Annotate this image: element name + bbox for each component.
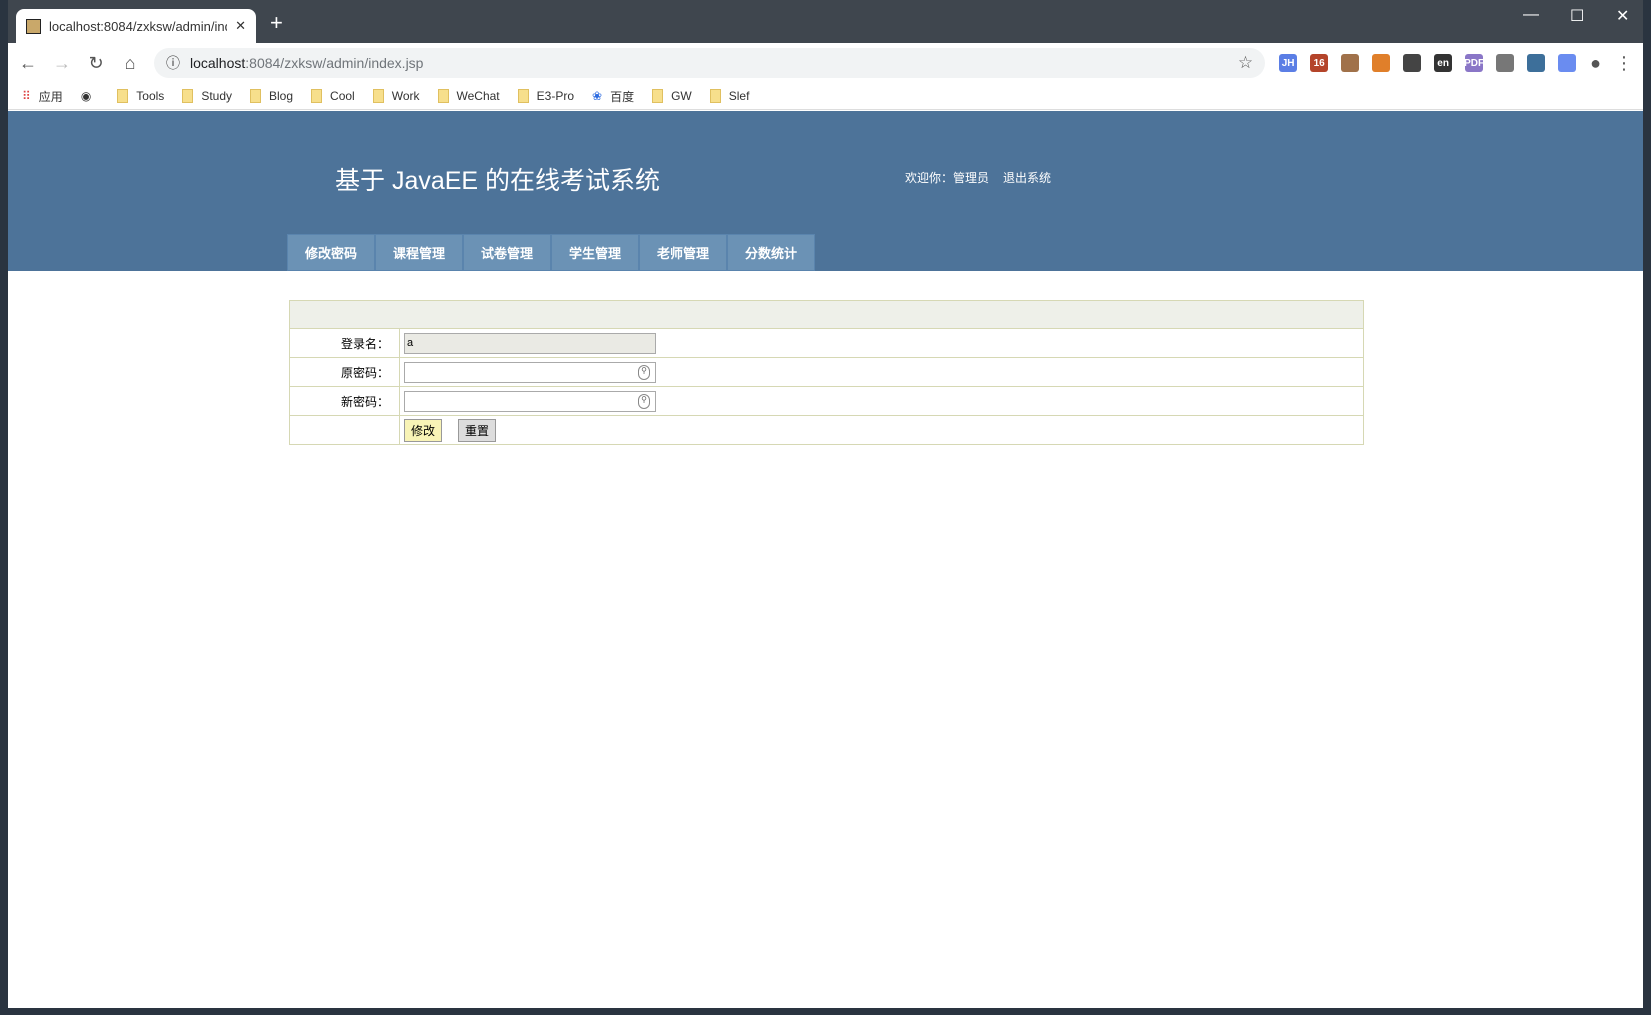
nav-papers[interactable]: 试卷管理 xyxy=(463,234,551,271)
bookmark-label: Cool xyxy=(330,89,355,103)
bookmark-label: GW xyxy=(671,89,692,103)
bookmark-item[interactable]: GW xyxy=(652,89,692,103)
submit-button[interactable]: 修改 xyxy=(404,418,443,442)
address-bar[interactable]: ⓘ localhost:8084/zxksw/admin/index.jsp ☆ xyxy=(154,48,1266,78)
logout-link[interactable]: 退出系统 xyxy=(1003,171,1051,185)
change-password-form: 登录名： a 原密码： ⚲ 新密码： ⚲ 修改 重置 xyxy=(289,300,1364,445)
extensions-area: JH 16 en PDF xyxy=(1279,54,1577,72)
maximize-icon[interactable]: ☐ xyxy=(1570,6,1584,26)
bookmark-item[interactable]: ⠿ 应用 xyxy=(22,88,63,105)
bookmark-label: Study xyxy=(201,89,232,103)
extension-icon[interactable] xyxy=(1527,54,1546,72)
tab-strip: localhost:8084/zxksw/admin/index.jsp ✕ +… xyxy=(8,0,1643,43)
password-manager-icon[interactable]: ⚲ xyxy=(638,393,650,409)
extension-icon[interactable]: en xyxy=(1434,54,1453,72)
folder-icon xyxy=(709,89,721,103)
nav-students[interactable]: 学生管理 xyxy=(551,234,639,271)
bookmark-label: 应用 xyxy=(38,89,63,104)
bookmark-star-icon[interactable]: ☆ xyxy=(1238,53,1253,73)
folder-icon xyxy=(652,89,664,103)
bookmark-item[interactable]: ◉ xyxy=(81,89,99,103)
close-window-icon[interactable]: ✕ xyxy=(1616,6,1629,26)
page-title: 基于 JavaEE 的在线考试系统 xyxy=(335,167,661,195)
info-icon[interactable]: ⓘ xyxy=(166,53,180,73)
forward-icon[interactable]: → xyxy=(52,53,72,74)
bookmark-label: 百度 xyxy=(610,89,635,104)
globe-icon: ◉ xyxy=(80,89,92,103)
bookmark-item[interactable]: Study xyxy=(182,89,232,103)
nav-scores[interactable]: 分数统计 xyxy=(727,234,815,271)
bookmark-label: E3-Pro xyxy=(536,89,574,103)
new-password-field[interactable]: ⚲ xyxy=(404,390,656,412)
nav-courses[interactable]: 课程管理 xyxy=(375,234,463,271)
extension-icon[interactable]: JH xyxy=(1279,54,1298,72)
extension-icon[interactable] xyxy=(1341,54,1360,72)
folder-icon xyxy=(372,89,384,103)
browser-window: localhost:8084/zxksw/admin/index.jsp ✕ +… xyxy=(8,0,1643,1008)
nav-change-password[interactable]: 修改密码 xyxy=(287,234,375,271)
main-nav: 修改密码 课程管理 试卷管理 学生管理 老师管理 分数统计 xyxy=(287,234,815,271)
extension-icon[interactable] xyxy=(1558,54,1577,72)
bookmark-item[interactable]: Work xyxy=(372,89,420,103)
bookmark-item[interactable]: WeChat xyxy=(437,89,500,103)
old-password-field[interactable]: ⚲ xyxy=(404,361,656,383)
bookmark-item[interactable]: ❀ 百度 xyxy=(592,88,634,105)
new-password-label: 新密码： xyxy=(289,386,400,416)
username-label: 登录名： xyxy=(289,328,400,358)
folder-icon xyxy=(437,89,449,103)
bookmark-item[interactable]: Blog xyxy=(250,89,293,103)
tab-title: localhost:8084/zxksw/admin/index.jsp xyxy=(49,18,227,34)
extension-icon[interactable] xyxy=(1372,54,1391,72)
bookmark-label: Blog xyxy=(269,89,294,103)
form-header xyxy=(289,300,1364,329)
folder-icon xyxy=(117,89,129,103)
reset-button[interactable]: 重置 xyxy=(458,418,497,442)
folder-icon xyxy=(182,89,194,103)
bookmarks-bar: ⠿ 应用 ◉ Tools Study Blog Cool Work WeChat E3-Pro ❀ 百… xyxy=(8,83,1643,110)
bookmark-label: WeChat xyxy=(456,89,500,103)
bookmark-label: Tools xyxy=(136,89,165,103)
nav-teachers[interactable]: 老师管理 xyxy=(639,234,727,271)
extension-icon[interactable]: 16 xyxy=(1310,54,1329,72)
back-icon[interactable]: ← xyxy=(18,53,38,74)
browser-tab[interactable]: localhost:8084/zxksw/admin/index.jsp ✕ xyxy=(16,9,256,43)
bookmark-label: Work xyxy=(391,89,420,103)
password-manager-icon[interactable]: ⚲ xyxy=(638,364,650,380)
extension-icon[interactable]: PDF xyxy=(1464,54,1484,72)
menu-icon[interactable]: ⋮ xyxy=(1615,53,1633,74)
extension-icon[interactable] xyxy=(1403,54,1422,72)
baidu-paw-icon: ❀ xyxy=(592,89,603,103)
folder-icon xyxy=(517,89,529,103)
profile-icon[interactable]: ● xyxy=(1590,53,1601,74)
close-tab-icon[interactable]: ✕ xyxy=(235,18,246,34)
old-password-label: 原密码： xyxy=(289,357,400,387)
apps-icon: ⠿ xyxy=(22,89,31,103)
site-header: 基于 JavaEE 的在线考试系统 欢迎你：管理员 退出系统 修改密码 课程管理 … xyxy=(8,111,1643,271)
bookmark-item[interactable]: Tools xyxy=(117,89,164,103)
username-value: a xyxy=(407,337,414,349)
url-path: :8084/zxksw/admin/index.jsp xyxy=(245,55,424,71)
browser-toolbar: ← → ↻ ⌂ ⓘ localhost:8084/zxksw/admin/ind… xyxy=(8,43,1643,83)
extension-icon[interactable] xyxy=(1496,54,1515,72)
username-field[interactable]: a xyxy=(404,332,656,354)
folder-icon xyxy=(250,89,261,103)
new-tab-button[interactable]: + xyxy=(270,10,283,36)
welcome-text: 欢迎你：管理员 xyxy=(905,171,990,185)
folder-icon xyxy=(311,89,323,103)
url-host: localhost xyxy=(190,55,246,71)
bookmark-item[interactable]: Slef xyxy=(709,89,750,103)
home-icon[interactable]: ⌂ xyxy=(120,53,140,74)
bookmark-item[interactable]: Cool xyxy=(311,89,355,103)
reload-icon[interactable]: ↻ xyxy=(86,53,106,74)
minimize-icon[interactable]: — xyxy=(1523,6,1539,24)
bookmark-item[interactable]: E3-Pro xyxy=(517,89,574,103)
bookmark-label: Slef xyxy=(728,89,750,103)
favicon-icon xyxy=(26,18,41,34)
